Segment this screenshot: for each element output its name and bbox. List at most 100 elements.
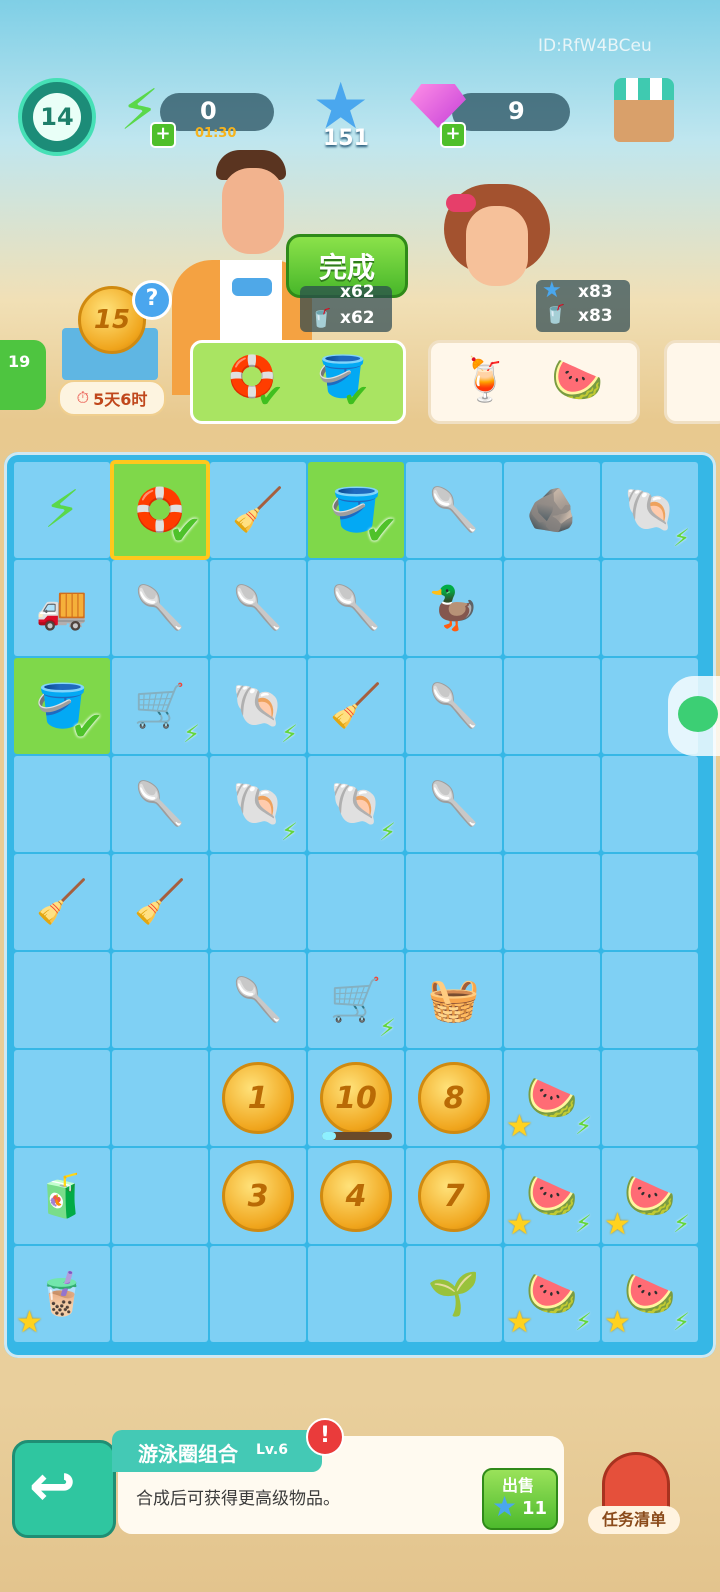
board-cell[interactable]	[504, 658, 600, 754]
sprout-item[interactable]: 🌱	[417, 1257, 491, 1331]
board-cell[interactable]: 🧺	[406, 952, 502, 1048]
board-cell[interactable]	[112, 1148, 208, 1244]
energy-stack-item[interactable]: ⚡	[25, 473, 99, 547]
question-icon[interactable]: ?	[132, 280, 172, 320]
board-cell[interactable]	[602, 1050, 698, 1146]
coin-item[interactable]: 7	[418, 1160, 490, 1232]
coin-item[interactable]: 8	[418, 1062, 490, 1134]
board-cell[interactable]: 🍉 ★ ⚡	[504, 1246, 600, 1342]
shovel-item[interactable]: 🥄	[123, 767, 197, 841]
board-cell[interactable]: 7	[406, 1148, 502, 1244]
sand-scoop-item[interactable]: 🧹	[123, 865, 197, 939]
coin-item[interactable]: 1	[222, 1062, 294, 1134]
board-cell[interactable]	[602, 952, 698, 1048]
shovel-item[interactable]: 🥄	[319, 571, 393, 645]
board-cell[interactable]: 🦆	[406, 560, 502, 656]
chat-button[interactable]	[668, 676, 720, 756]
shop-icon[interactable]	[614, 78, 674, 144]
back-button[interactable]: ↩	[12, 1440, 116, 1538]
shovel-item[interactable]: 🥄	[221, 571, 295, 645]
gem-plus-button[interactable]: +	[440, 122, 466, 148]
board-cell[interactable]	[112, 1050, 208, 1146]
board-cell[interactable]: 8	[406, 1050, 502, 1146]
surf-box-item[interactable]: 🧺	[417, 963, 491, 1037]
rock-item[interactable]: 🪨	[515, 473, 589, 547]
board-cell[interactable]: 🚚	[14, 560, 110, 656]
board-cell[interactable]: 🥄	[308, 560, 404, 656]
board-cell[interactable]: 🥄	[112, 756, 208, 852]
board-cell[interactable]: 10	[308, 1050, 404, 1146]
watermelon-juice-item[interactable]: 🧃	[25, 1159, 99, 1233]
board-cell[interactable]	[308, 1246, 404, 1342]
board-cell[interactable]	[602, 560, 698, 656]
order-panel-2[interactable]: 🍹 🍉	[428, 340, 640, 424]
board-cell[interactable]: 🧹	[112, 854, 208, 950]
board-cell[interactable]: 🍉 ★ ⚡	[504, 1148, 600, 1244]
board-cell[interactable]	[14, 756, 110, 852]
board-cell[interactable]: 1	[210, 1050, 306, 1146]
board-cell[interactable]: 🥄	[210, 560, 306, 656]
board-cell[interactable]: 🥄	[406, 756, 502, 852]
board-cell[interactable]	[112, 1246, 208, 1342]
sand-scoop-item[interactable]: 🧹	[25, 865, 99, 939]
board-cell[interactable]	[504, 756, 600, 852]
board-cell[interactable]	[14, 952, 110, 1048]
board-cell[interactable]: 🥄	[406, 462, 502, 558]
shovel-item[interactable]: 🥄	[417, 669, 491, 743]
sand-scoop-item[interactable]: 🧹	[221, 473, 295, 547]
coin-item[interactable]: 4	[320, 1160, 392, 1232]
level-badge[interactable]: 14	[18, 78, 96, 156]
alert-icon[interactable]: !	[306, 1418, 344, 1456]
board-cell[interactable]: 4	[308, 1148, 404, 1244]
board-cell[interactable]: 🌱	[406, 1246, 502, 1342]
order-panel-3[interactable]	[664, 340, 720, 424]
board-cell[interactable]: 🐚 ⚡	[602, 462, 698, 558]
board-cell[interactable]	[112, 952, 208, 1048]
board-cell[interactable]: 🐚 ⚡	[308, 756, 404, 852]
board-cell[interactable]	[602, 854, 698, 950]
order-panel-1[interactable]: 🛟 ✔ 🪣 ✔	[190, 340, 406, 424]
board-cell[interactable]	[14, 1050, 110, 1146]
board-cell[interactable]: 🍉 ★ ⚡	[602, 1246, 698, 1342]
board-cell[interactable]: 🧹	[210, 462, 306, 558]
board-cell[interactable]	[504, 952, 600, 1048]
board-cell[interactable]: ⚡	[14, 462, 110, 558]
board-cell-selected[interactable]: 🛟 ✔	[110, 460, 210, 560]
board-cell[interactable]: 3	[210, 1148, 306, 1244]
energy-plus-button[interactable]: +	[150, 122, 176, 148]
board-cell[interactable]	[602, 756, 698, 852]
toy-truck-item[interactable]: 🚚	[25, 571, 99, 645]
board-cell[interactable]	[210, 1246, 306, 1342]
board-cell[interactable]: 🪣 ✔	[14, 658, 110, 754]
rubber-duck-item[interactable]: 🦆	[417, 571, 491, 645]
shovel-item[interactable]: 🥄	[417, 473, 491, 547]
sand-scoop-item[interactable]: 🧹	[319, 669, 393, 743]
board-cell[interactable]	[504, 560, 600, 656]
board-cell[interactable]	[308, 854, 404, 950]
board-cell[interactable]	[406, 854, 502, 950]
side-level-badge[interactable]: 19	[0, 340, 46, 410]
board-cell[interactable]	[210, 854, 306, 950]
coin-box[interactable]: 15 ?	[62, 280, 172, 380]
board-cell[interactable]: 🐚 ⚡	[210, 658, 306, 754]
board-cell[interactable]: 🧹	[308, 658, 404, 754]
board-cell[interactable]: 🥄	[210, 952, 306, 1048]
board-cell[interactable]: 🧹	[14, 854, 110, 950]
board-cell[interactable]: 🧃	[14, 1148, 110, 1244]
board-cell[interactable]: 🛒 ⚡	[112, 658, 208, 754]
coin-item[interactable]: 10	[320, 1062, 392, 1134]
board-cell[interactable]: 🥄	[112, 560, 208, 656]
board-cell[interactable]	[504, 854, 600, 950]
board-cell[interactable]: 🪣 ✔	[308, 462, 404, 558]
coin-item[interactable]: 3	[222, 1160, 294, 1232]
sell-button[interactable]: 出售 ★ 11	[482, 1468, 558, 1530]
board-cell[interactable]: 🧋 ★	[14, 1246, 110, 1342]
shovel-item[interactable]: 🥄	[123, 571, 197, 645]
shovel-item[interactable]: 🥄	[221, 963, 295, 1037]
shovel-item[interactable]: 🥄	[417, 767, 491, 841]
board-cell[interactable]: 🛒 ⚡	[308, 952, 404, 1048]
board-cell[interactable]: 🥄	[406, 658, 502, 754]
board-cell[interactable]: 🪨	[504, 462, 600, 558]
board-cell[interactable]: 🍉 ★ ⚡	[504, 1050, 600, 1146]
task-list-button[interactable]: 任务清单	[584, 1446, 684, 1538]
